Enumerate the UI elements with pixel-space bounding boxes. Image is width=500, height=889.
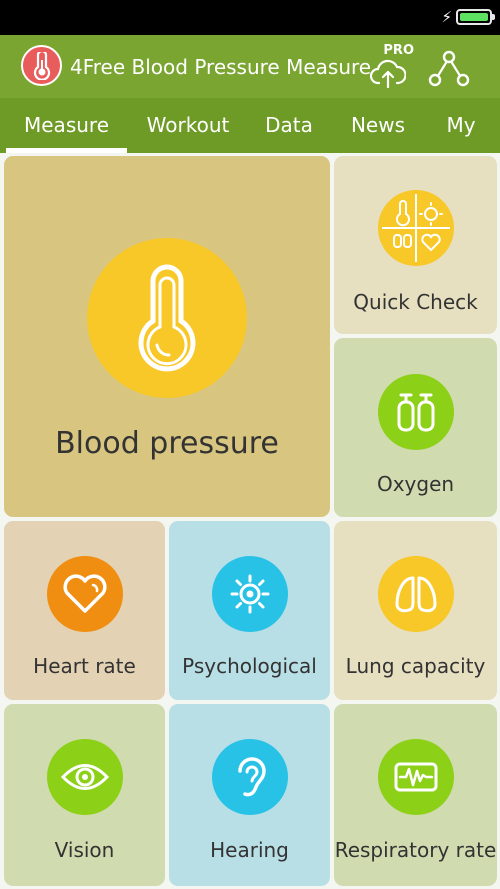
oxygen-icon xyxy=(377,374,454,450)
cloud-upload-icon xyxy=(370,59,406,89)
thermometer-icon xyxy=(87,238,247,398)
tab-my[interactable]: My xyxy=(436,98,486,153)
quick-check-icon xyxy=(377,190,454,266)
heart-icon xyxy=(46,556,123,632)
tab-workout[interactable]: Workout xyxy=(138,98,238,153)
status-bar: ⚡ xyxy=(0,0,500,35)
pro-upgrade-button[interactable]: PRO xyxy=(370,43,414,91)
tab-news[interactable]: News xyxy=(342,98,414,153)
app-logo-icon xyxy=(21,45,62,86)
tile-lung-capacity[interactable]: Lung capacity xyxy=(334,521,497,700)
tile-hearing[interactable]: Hearing xyxy=(169,704,330,886)
share-button[interactable] xyxy=(428,49,470,87)
tile-label: Hearing xyxy=(210,838,289,862)
tab-bar: Measure Workout Data News My xyxy=(0,98,500,153)
tile-label: Respiratory rate xyxy=(334,838,497,862)
tile-label: Blood pressure xyxy=(55,426,279,461)
tile-quick-check[interactable]: Quick Check xyxy=(334,156,497,334)
tile-vision[interactable]: Vision xyxy=(4,704,165,886)
tile-label: Quick Check xyxy=(353,290,478,314)
sun-icon xyxy=(211,556,288,632)
tile-label: Oxygen xyxy=(376,472,455,496)
battery-icon xyxy=(456,9,495,25)
tile-label: Psychological xyxy=(182,654,317,678)
waveform-icon xyxy=(377,739,454,815)
tile-label: Vision xyxy=(54,838,115,862)
tile-respiratory-rate[interactable]: Respiratory rate xyxy=(334,704,497,886)
tile-psychological[interactable]: Psychological xyxy=(169,521,330,700)
app-title: 4Free Blood Pressure Measure xyxy=(70,55,372,79)
tile-label: Lung capacity xyxy=(345,654,486,678)
tile-oxygen[interactable]: Oxygen xyxy=(334,338,497,517)
tile-heart-rate[interactable]: Heart rate xyxy=(4,521,165,700)
pro-label: PRO xyxy=(383,43,414,58)
status-icons: ⚡ xyxy=(441,8,495,26)
tile-blood-pressure[interactable]: Blood pressure xyxy=(4,156,330,517)
tab-measure[interactable]: Measure xyxy=(6,98,127,153)
app-bar: 4Free Blood Pressure Measure PRO xyxy=(0,35,500,98)
measure-grid: Blood pressure Quick Check Oxygen Heart … xyxy=(0,153,500,889)
eye-icon xyxy=(46,739,123,815)
tile-label: Heart rate xyxy=(33,654,136,678)
share-icon xyxy=(428,50,470,87)
charging-icon: ⚡ xyxy=(441,8,452,26)
ear-icon xyxy=(211,739,288,815)
tab-data[interactable]: Data xyxy=(252,98,326,153)
lungs-icon xyxy=(377,556,454,632)
